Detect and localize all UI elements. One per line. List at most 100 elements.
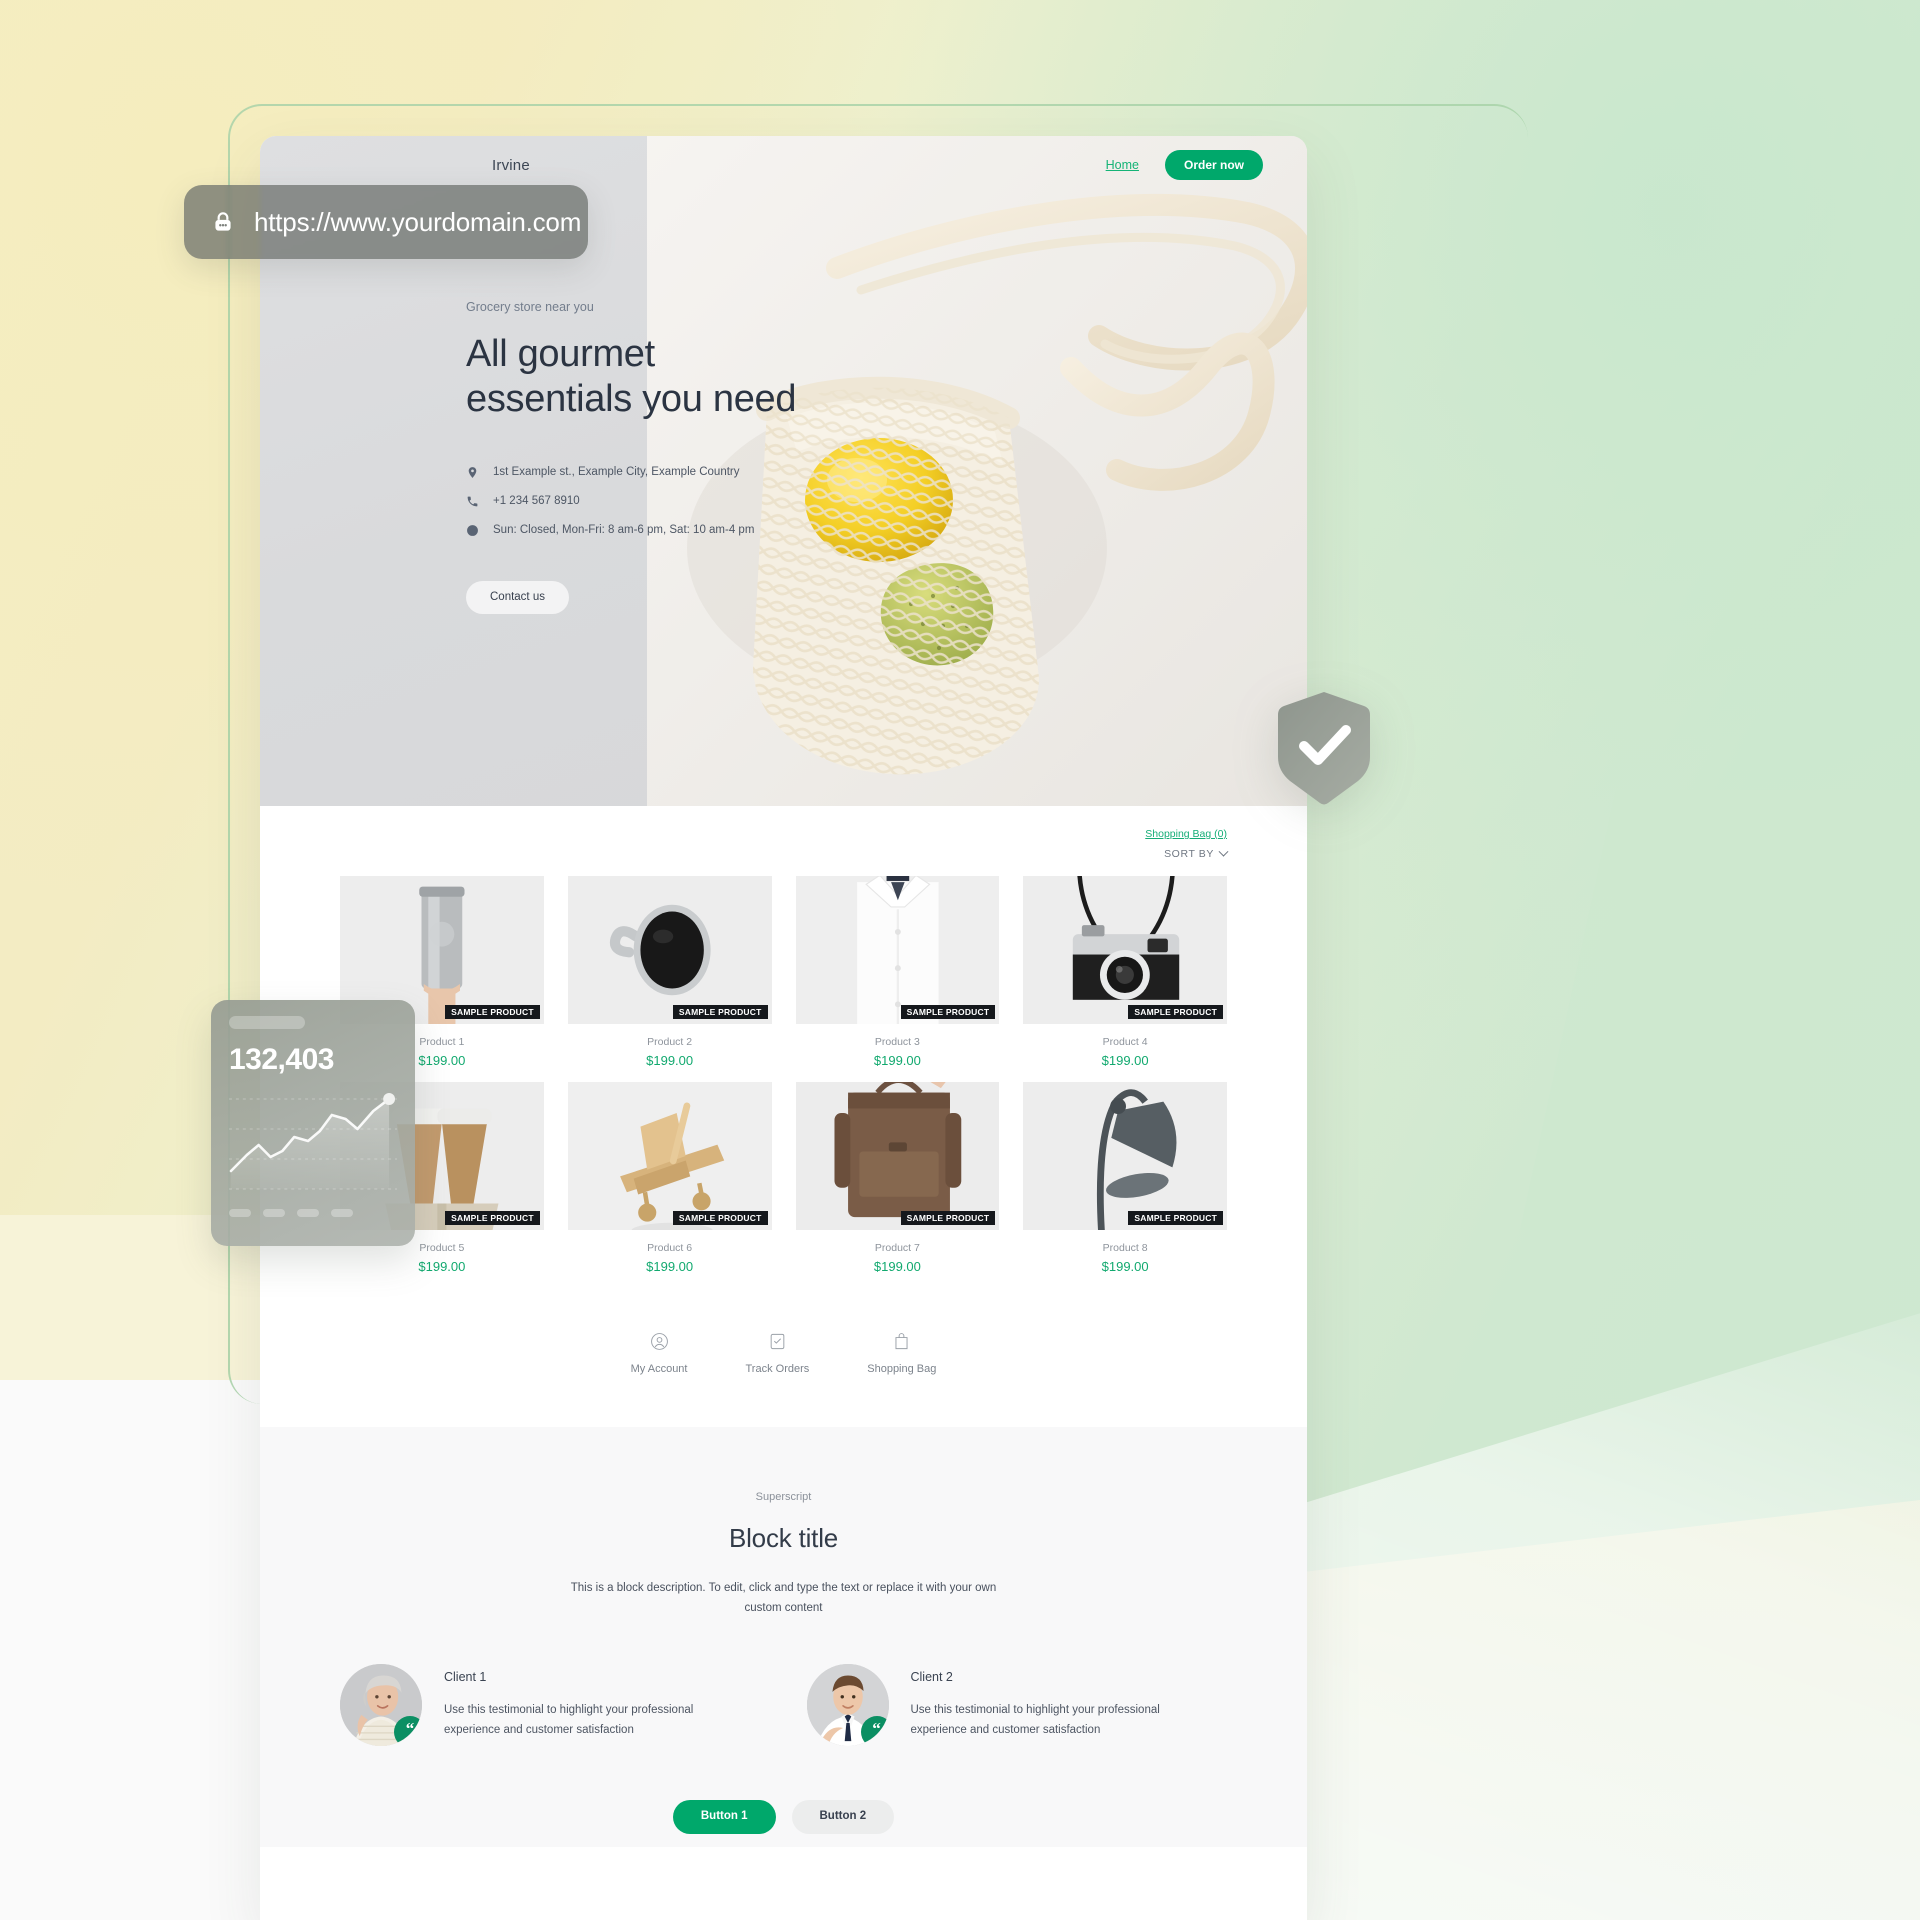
hero-eyebrow: Grocery store near you	[466, 300, 594, 314]
product-card[interactable]: SAMPLE PRODUCT Product 6 $199.00	[567, 1082, 772, 1274]
hero-info-address: 1st Example st., Example City, Example C…	[466, 466, 986, 479]
stats-card: 132,403	[211, 1000, 415, 1246]
brand-name: Irvine	[492, 156, 530, 174]
stats-value: 132,403	[229, 1043, 334, 1076]
product-name: Product 6	[647, 1242, 693, 1254]
quick-nav-my-account[interactable]: My Account	[630, 1332, 688, 1375]
website-preview: Irvine Home Order now Grocery store near…	[260, 136, 1307, 1920]
product-price: $199.00	[646, 1259, 694, 1274]
product-card[interactable]: SAMPLE PRODUCT Product 4 $199.00	[1023, 876, 1227, 1068]
product-image: SAMPLE PRODUCT	[795, 1082, 1000, 1230]
product-price: $199.00	[873, 1259, 921, 1274]
product-badge: SAMPLE PRODUCT	[1128, 1210, 1223, 1225]
product-image: SAMPLE PRODUCT	[1023, 1082, 1227, 1230]
product-price: $199.00	[873, 1053, 921, 1068]
checklist-icon	[768, 1332, 787, 1354]
shopping-bag-icon	[892, 1332, 911, 1354]
url-text: https://www.yourdomain.com	[254, 206, 582, 237]
product-card[interactable]: SAMPLE PRODUCT Product 7 $199.00	[795, 1082, 1000, 1274]
quick-nav: My Account Track Orders Shopping Bag	[340, 1274, 1227, 1417]
product-badge: SAMPLE PRODUCT	[672, 1210, 768, 1225]
testimonial-card: “ Client 1 Use this testimonial to highl…	[340, 1664, 761, 1747]
quote-icon: “	[860, 1716, 889, 1747]
product-image: SAMPLE PRODUCT	[795, 876, 1000, 1024]
hero-phone-text: +1 234 567 8910	[493, 495, 580, 508]
hero-address-text: 1st Example st., Example City, Example C…	[493, 466, 740, 479]
url-bar[interactable]: https://www.yourdomain.com	[184, 185, 588, 259]
quick-nav-label: Track Orders	[745, 1363, 810, 1375]
product-price: $199.00	[1101, 1053, 1149, 1068]
product-name: Product 3	[874, 1036, 920, 1048]
product-name: Product 8	[1102, 1242, 1148, 1254]
product-badge: SAMPLE PRODUCT	[672, 1004, 768, 1019]
button-1[interactable]: Button 1	[672, 1800, 776, 1834]
stats-title-placeholder	[229, 1016, 305, 1029]
testimonial-name: Client 2	[910, 1670, 953, 1685]
product-badge: SAMPLE PRODUCT	[900, 1210, 996, 1225]
testimonial-body: Client 1 Use this testimonial to highlig…	[444, 1664, 744, 1740]
site-header: Irvine Home Order now	[260, 136, 1307, 194]
stats-legend-item	[331, 1209, 353, 1217]
shopping-bag-link[interactable]: Shopping Bag (0)	[1145, 828, 1227, 840]
hero-content: Grocery store near you All gourmet essen…	[466, 300, 986, 615]
product-price: $199.00	[418, 1259, 466, 1274]
hero-title-line-1: All gourmet	[466, 333, 655, 375]
product-card[interactable]: SAMPLE PRODUCT Product 2 $199.00	[567, 876, 772, 1068]
order-now-button[interactable]: Order now	[1164, 150, 1263, 180]
contact-us-button[interactable]: Contact us	[466, 580, 569, 615]
stats-legend-item	[229, 1209, 251, 1217]
lock-icon	[210, 209, 236, 235]
testimonial-name: Client 1	[444, 1670, 487, 1685]
button-2[interactable]: Button 2	[791, 1800, 895, 1834]
block-section: Superscript Block title This is a block …	[260, 1427, 1307, 1847]
primary-nav: Home Order now	[1106, 150, 1263, 180]
product-image: SAMPLE PRODUCT	[567, 1082, 772, 1230]
product-name: Product 7	[874, 1242, 920, 1254]
block-description: This is a block description. To edit, cl…	[570, 1582, 997, 1615]
product-image: SAMPLE PRODUCT	[1023, 876, 1227, 1024]
product-card[interactable]: SAMPLE PRODUCT Product 3 $199.00	[795, 876, 1000, 1068]
stats-legend-item	[263, 1209, 285, 1217]
user-circle-icon	[650, 1332, 669, 1354]
product-badge: SAMPLE PRODUCT	[900, 1004, 996, 1019]
product-badge: SAMPLE PRODUCT	[1128, 1004, 1223, 1019]
product-badge: SAMPLE PRODUCT	[445, 1210, 540, 1225]
hero-info-hours: Sun: Closed, Mon-Fri: 8 am-6 pm, Sat: 10…	[466, 524, 986, 537]
quick-nav-shopping-bag[interactable]: Shopping Bag	[867, 1332, 936, 1375]
testimonial-text: Use this testimonial to highlight your p…	[910, 1704, 1160, 1737]
block-buttons: Button 1 Button 2	[340, 1800, 1227, 1834]
products-toolbar: Shopping Bag (0) SORT BY	[340, 828, 1229, 860]
sparkline-chart	[229, 1093, 397, 1201]
testimonials-list: “ Client 1 Use this testimonial to highl…	[340, 1664, 1228, 1747]
nav-item-home[interactable]: Home	[1106, 158, 1139, 172]
quick-nav-label: My Account	[630, 1363, 688, 1375]
product-name: Product 2	[647, 1036, 693, 1048]
block-title: Block title	[728, 1523, 839, 1553]
sort-by-dropdown[interactable]: SORT BY	[1164, 846, 1229, 860]
shield-check-icon	[1274, 690, 1374, 806]
quote-icon: “	[394, 1716, 422, 1747]
testimonial-card: “ Client 2 Use this testimonial to highl…	[806, 1664, 1228, 1747]
product-badge: SAMPLE PRODUCT	[445, 1004, 540, 1019]
testimonial-body: Client 2 Use this testimonial to highlig…	[911, 1664, 1211, 1740]
map-pin-icon	[466, 466, 479, 479]
block-superscript: Superscript	[755, 1491, 812, 1503]
products-section: Shopping Bag (0) SORT BY SAMPLE PRODUCT …	[260, 806, 1307, 1427]
product-price: $199.00	[646, 1053, 694, 1068]
background-panel-left	[0, 1380, 300, 1920]
chevron-down-icon	[1218, 846, 1229, 857]
hero-info-phone: +1 234 567 8910	[466, 495, 986, 508]
stats-legend-item	[297, 1209, 319, 1217]
quick-nav-track-orders[interactable]: Track Orders	[745, 1332, 809, 1375]
product-card[interactable]: SAMPLE PRODUCT Product 8 $199.00	[1023, 1082, 1227, 1274]
testimonial-text: Use this testimonial to highlight your p…	[444, 1704, 694, 1737]
phone-icon	[466, 495, 479, 508]
product-price: $199.00	[1101, 1259, 1149, 1274]
stats-legend	[229, 1209, 397, 1217]
avatar: “	[806, 1664, 889, 1747]
avatar: “	[340, 1664, 422, 1747]
sort-by-label: SORT BY	[1164, 848, 1214, 860]
product-name: Product 4	[1102, 1036, 1148, 1048]
clock-icon	[466, 524, 479, 537]
quick-nav-label: Shopping Bag	[867, 1363, 937, 1375]
